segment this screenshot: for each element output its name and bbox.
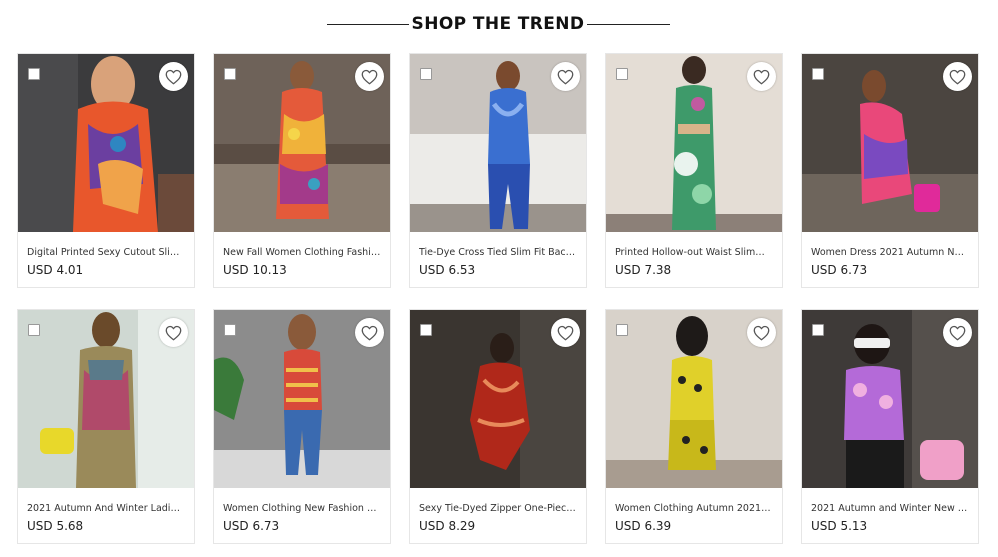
product-card[interactable]: Tie-Dye Cross Tied Slim Fit Backles... U… bbox=[409, 53, 587, 288]
product-price: USD 10.13 bbox=[223, 263, 287, 277]
select-checkbox[interactable] bbox=[616, 68, 628, 80]
product-name[interactable]: 2021 Autumn and Winter New Slim... bbox=[811, 502, 969, 515]
heart-outline-icon bbox=[753, 325, 770, 341]
product-image[interactable] bbox=[18, 310, 194, 488]
product-name[interactable]: Tie-Dye Cross Tied Slim Fit Backles... bbox=[419, 246, 577, 259]
wishlist-button[interactable] bbox=[551, 62, 580, 91]
wishlist-button[interactable] bbox=[355, 62, 384, 91]
wishlist-button[interactable] bbox=[551, 318, 580, 347]
wishlist-button[interactable] bbox=[355, 318, 384, 347]
product-price: USD 6.53 bbox=[419, 263, 476, 277]
heart-outline-icon bbox=[361, 69, 378, 85]
product-name[interactable]: Sexy Tie-Dyed Zipper One-Piece Lo... bbox=[419, 502, 577, 515]
heart-outline-icon bbox=[753, 69, 770, 85]
product-image[interactable] bbox=[410, 54, 586, 232]
select-checkbox[interactable] bbox=[224, 324, 236, 336]
wishlist-button[interactable] bbox=[159, 318, 188, 347]
heart-outline-icon bbox=[949, 325, 966, 341]
product-name[interactable]: Digital Printed Sexy Cutout Sling S... bbox=[27, 246, 185, 259]
wishlist-button[interactable] bbox=[747, 318, 776, 347]
select-checkbox[interactable] bbox=[420, 68, 432, 80]
product-price: USD 6.73 bbox=[223, 519, 280, 533]
product-card[interactable]: Women Clothing New Fashion Prin... USD 6… bbox=[213, 309, 391, 544]
product-image[interactable] bbox=[802, 310, 978, 488]
wishlist-button[interactable] bbox=[943, 318, 972, 347]
product-name[interactable]: New Fall Women Clothing Fashion ... bbox=[223, 246, 381, 259]
select-checkbox[interactable] bbox=[812, 68, 824, 80]
product-image[interactable] bbox=[214, 310, 390, 488]
product-price: USD 7.38 bbox=[615, 263, 672, 277]
heart-outline-icon bbox=[557, 69, 574, 85]
product-price: USD 6.39 bbox=[615, 519, 672, 533]
product-name[interactable]: Women Clothing New Fashion Prin... bbox=[223, 502, 381, 515]
select-checkbox[interactable] bbox=[812, 324, 824, 336]
heart-outline-icon bbox=[949, 69, 966, 85]
section-title: SHOP THE TREND bbox=[411, 14, 585, 34]
product-image[interactable] bbox=[606, 54, 782, 232]
wishlist-button[interactable] bbox=[747, 62, 776, 91]
product-card[interactable]: 2021 Autumn And Winter Ladies C... USD 5… bbox=[17, 309, 195, 544]
heart-outline-icon bbox=[361, 325, 378, 341]
product-card[interactable]: 2021 Autumn and Winter New Slim... USD 5… bbox=[801, 309, 979, 544]
select-checkbox[interactable] bbox=[616, 324, 628, 336]
product-image[interactable] bbox=[606, 310, 782, 488]
product-name[interactable]: Printed Hollow-out Waist Slimming... bbox=[615, 246, 773, 259]
heart-outline-icon bbox=[165, 69, 182, 85]
product-image[interactable] bbox=[410, 310, 586, 488]
product-price: USD 5.68 bbox=[27, 519, 84, 533]
wishlist-button[interactable] bbox=[943, 62, 972, 91]
product-name[interactable]: Women Clothing Autumn 2021 Ne... bbox=[615, 502, 773, 515]
wishlist-button[interactable] bbox=[159, 62, 188, 91]
select-checkbox[interactable] bbox=[28, 68, 40, 80]
title-divider-left bbox=[327, 24, 409, 25]
product-card[interactable]: Women Dress 2021 Autumn New T... USD 6.7… bbox=[801, 53, 979, 288]
product-name[interactable]: Women Dress 2021 Autumn New T... bbox=[811, 246, 969, 259]
select-checkbox[interactable] bbox=[420, 324, 432, 336]
title-divider-right bbox=[587, 24, 670, 25]
product-card[interactable]: Women Clothing Autumn 2021 Ne... USD 6.3… bbox=[605, 309, 783, 544]
product-price: USD 5.13 bbox=[811, 519, 868, 533]
product-image[interactable] bbox=[802, 54, 978, 232]
product-price: USD 6.73 bbox=[811, 263, 868, 277]
product-image[interactable] bbox=[214, 54, 390, 232]
product-price: USD 8.29 bbox=[419, 519, 476, 533]
product-image[interactable] bbox=[18, 54, 194, 232]
product-price: USD 4.01 bbox=[27, 263, 84, 277]
product-card[interactable]: Printed Hollow-out Waist Slimming... USD… bbox=[605, 53, 783, 288]
product-name[interactable]: 2021 Autumn And Winter Ladies C... bbox=[27, 502, 185, 515]
product-card[interactable]: Digital Printed Sexy Cutout Sling S... U… bbox=[17, 53, 195, 288]
heart-outline-icon bbox=[557, 325, 574, 341]
section-header: SHOP THE TREND bbox=[0, 0, 998, 50]
product-card[interactable]: Sexy Tie-Dyed Zipper One-Piece Lo... USD… bbox=[409, 309, 587, 544]
select-checkbox[interactable] bbox=[28, 324, 40, 336]
product-grid: Digital Printed Sexy Cutout Sling S... U… bbox=[17, 53, 982, 544]
select-checkbox[interactable] bbox=[224, 68, 236, 80]
heart-outline-icon bbox=[165, 325, 182, 341]
product-card[interactable]: New Fall Women Clothing Fashion ... USD … bbox=[213, 53, 391, 288]
